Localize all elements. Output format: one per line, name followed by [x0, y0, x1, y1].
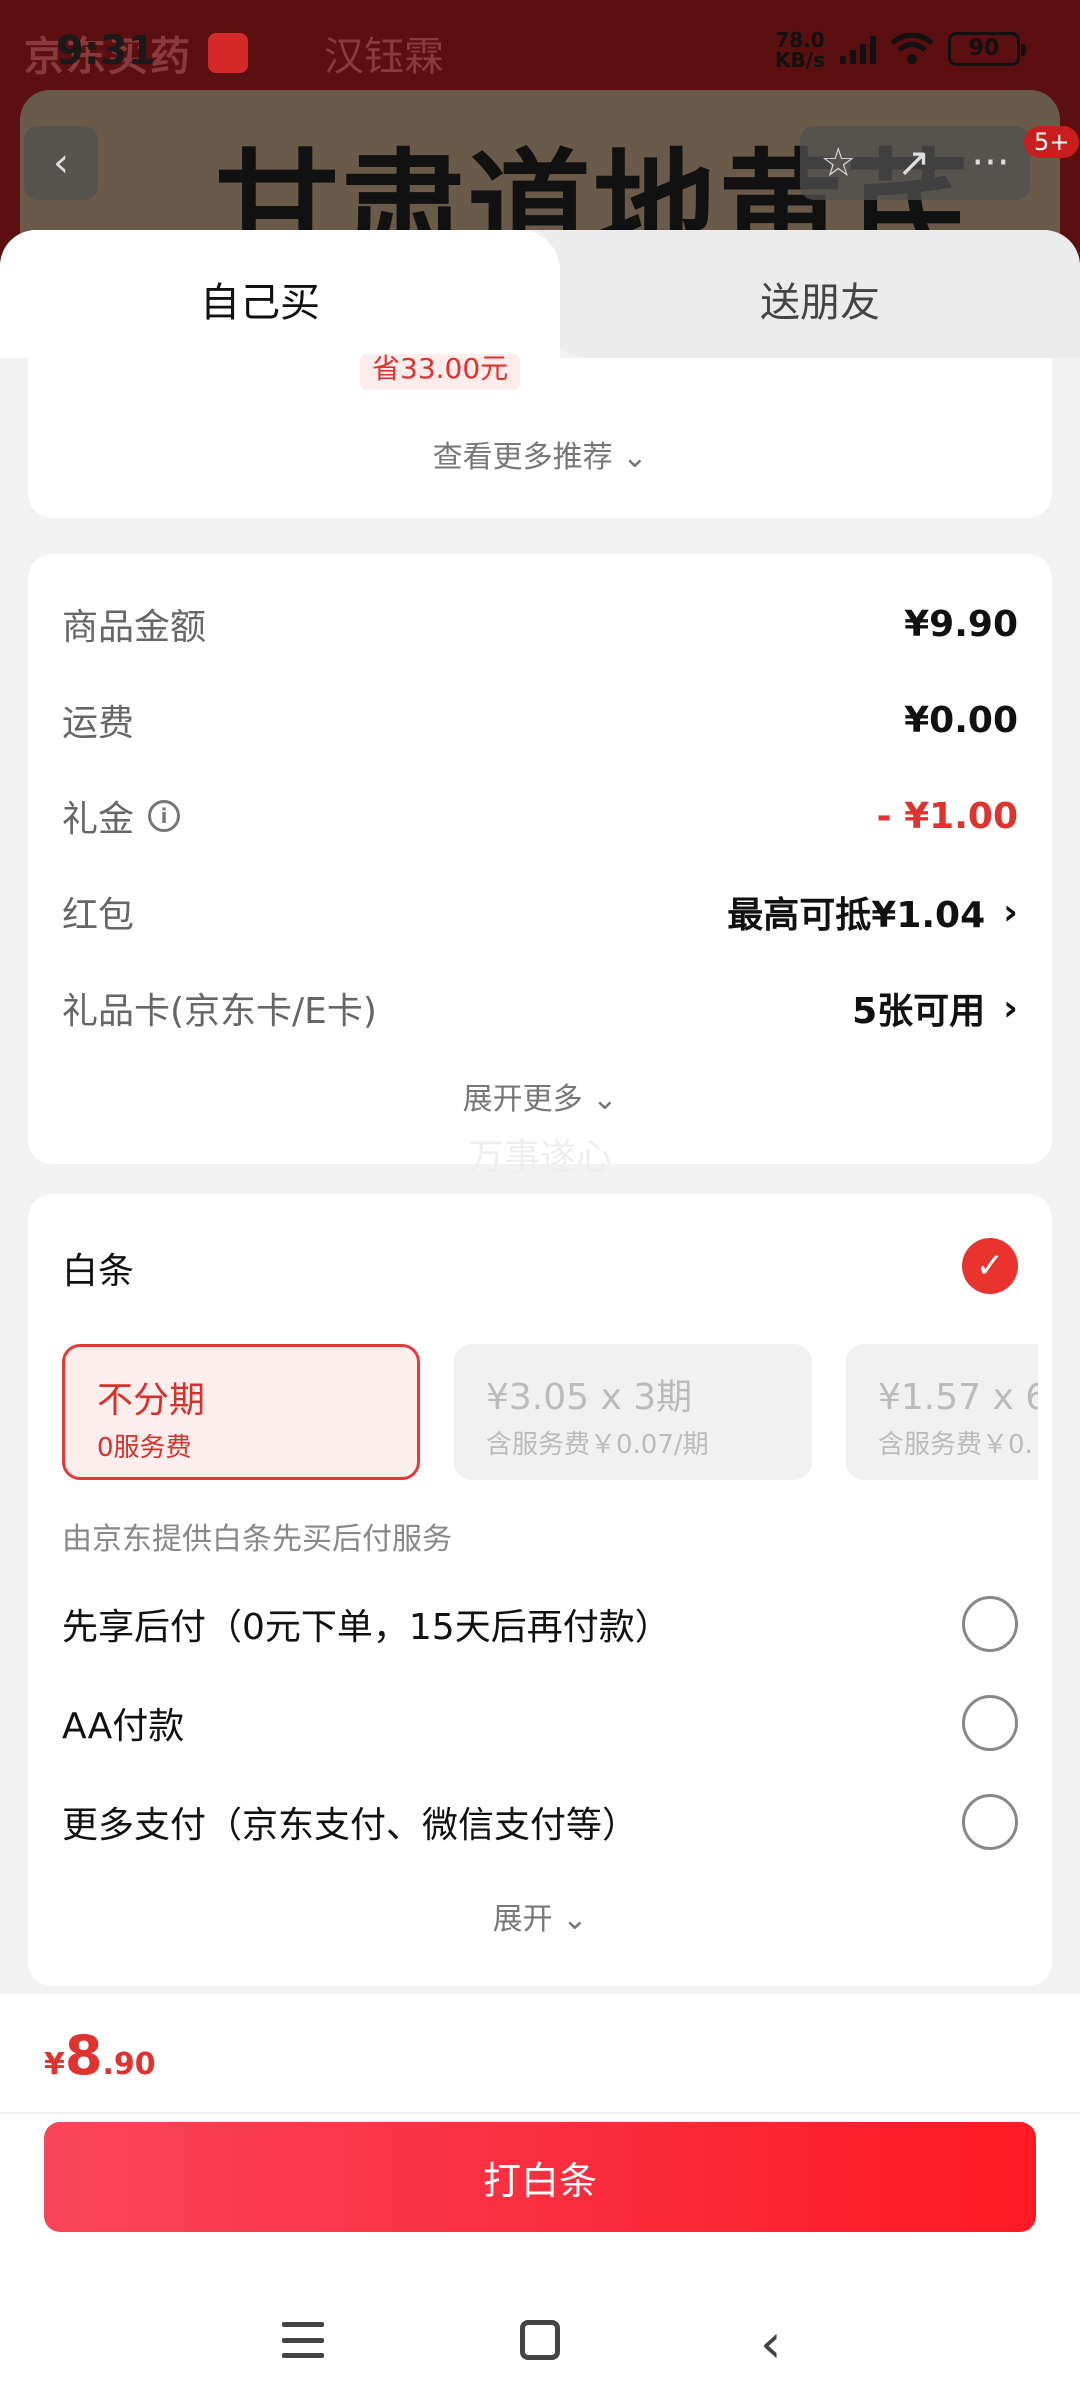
check-icon[interactable]: ✓ [962, 1238, 1018, 1294]
network-speed-unit: KB/s [775, 48, 825, 72]
row-label: 运费 [62, 703, 135, 744]
option-pay-later[interactable]: 先享后付（0元下单，15天后再付款） [62, 1592, 1018, 1656]
row-red-packet[interactable]: 红包 最高可抵¥1.04 › [62, 882, 1018, 942]
plan-main: 不分期 [97, 1380, 206, 1421]
row-goods-amount: 商品金额 ¥9.90 [62, 594, 1018, 654]
plan-main: ¥1.57 x 6期 [878, 1377, 1038, 1418]
chevron-down-icon: ⌄ [622, 440, 648, 475]
network-speed: 78.0 KB/s [770, 30, 830, 70]
row-shipping: 运费 ¥0.00 [62, 690, 1018, 750]
chevron-down-icon: ⌄ [592, 1082, 618, 1117]
tab-gift-friend-label: 送朋友 [760, 280, 880, 326]
buy-mode-tabs: 送朋友 自己买 [0, 230, 1080, 358]
plan-6-installments[interactable]: ¥1.57 x 6期 含服务费￥0. [846, 1344, 1038, 1480]
status-icons: 90 [840, 32, 1026, 66]
expand-more-label: 展开更多 [462, 1082, 583, 1117]
plan-sub: 0服务费 [97, 1433, 192, 1463]
row-value: ¥9.90 [904, 603, 1018, 645]
status-time: 9:31 [56, 28, 156, 74]
row-gift-cash: 礼金 i - ¥1.00 [62, 786, 1018, 846]
chevron-down-icon: ⌄ [562, 1902, 588, 1937]
row-value: 5张可用 [852, 991, 986, 1032]
plan-no-installment[interactable]: 不分期 0服务费 [62, 1344, 420, 1480]
menu-icon[interactable] [282, 2322, 324, 2358]
recommend-card: 省33.00元 查看更多推荐 ⌄ [28, 354, 1052, 518]
brand-hanyulin: 汉钰霖 [324, 34, 444, 80]
row-label: 红包 [62, 895, 135, 936]
pay-with-baitiao-button[interactable]: 打白条 [44, 2122, 1036, 2232]
more-recommend-link[interactable]: 查看更多推荐 ⌄ [28, 432, 1052, 476]
option-aa-pay[interactable]: AA付款 [62, 1691, 1018, 1755]
radio-button[interactable] [962, 1794, 1018, 1850]
expand-payment-link[interactable]: 展开 ⌄ [28, 1894, 1052, 1938]
battery-icon: 90 [948, 32, 1026, 66]
total-decimal: .90 [102, 2047, 156, 2082]
more-icon[interactable]: ··· [971, 140, 1009, 186]
row-label-group: 礼金 i [62, 790, 181, 842]
installment-plans: 不分期 0服务费 ¥3.05 x 3期 含服务费￥0.07/期 ¥1.57 x … [62, 1344, 1038, 1484]
checkout-footer: ¥ 8 .90 打白条 ‹ [0, 1994, 1080, 2400]
signal-icon [840, 34, 876, 64]
checkout-sheet: 送朋友 自己买 省33.00元 查看更多推荐 ⌄ 商品金额 ¥9.90 运费 ¥… [0, 230, 1080, 2400]
more-recommend-label: 查看更多推荐 [432, 440, 613, 475]
message-badge: 5+ [1024, 126, 1080, 158]
row-label: 商品金额 [62, 607, 207, 648]
system-nav-bar: ‹ [0, 2292, 1080, 2400]
back-button[interactable]: ‹ [24, 126, 98, 200]
info-icon[interactable]: i [148, 800, 181, 832]
plan-sub: 含服务费￥0.07/期 [486, 1430, 709, 1460]
row-value: ¥0.00 [904, 699, 1018, 741]
expand-payment-label: 展开 [492, 1902, 553, 1937]
back-icon[interactable]: ‹ [760, 2312, 782, 2375]
tab-buy-self-label: 自己买 [200, 280, 320, 326]
payment-card: 白条 ✓ 不分期 0服务费 ¥3.05 x 3期 含服务费￥0.07/期 ¥1.… [28, 1194, 1052, 1986]
chevron-left-icon: ‹ [53, 140, 69, 186]
expand-more-link[interactable]: 展开更多 ⌄ [28, 1074, 1052, 1118]
option-label: 先享后付（0元下单，15天后再付款） [62, 1607, 671, 1648]
row-value-group: 最高可抵¥1.04 › [727, 886, 1018, 938]
baitiao-title: 白条 [62, 1251, 135, 1292]
row-label: 礼品卡(京东卡/E卡) [62, 991, 377, 1032]
home-icon[interactable] [520, 2320, 560, 2360]
app-logo-icon [208, 33, 248, 73]
tab-buy-self[interactable]: 自己买 [0, 230, 560, 358]
row-gift-card[interactable]: 礼品卡(京东卡/E卡) 5张可用 › [62, 978, 1018, 1038]
row-value: 最高可抵¥1.04 [727, 895, 986, 936]
radio-button[interactable] [962, 1695, 1018, 1751]
total-integer: 8 [64, 2024, 103, 2087]
total-price: ¥ 8 .90 [44, 2024, 156, 2087]
watermark: 万事遂心 [467, 1137, 612, 1178]
plan-sub: 含服务费￥0. [878, 1430, 1033, 1460]
row-label: 礼金 [62, 799, 135, 840]
option-label: AA付款 [62, 1706, 185, 1747]
star-icon[interactable]: ☆ [820, 140, 856, 186]
row-value: - ¥1.00 [876, 795, 1018, 837]
tab-gift-friend[interactable]: 送朋友 [540, 230, 1080, 358]
save-badge: 省33.00元 [360, 354, 521, 390]
wifi-icon [890, 33, 934, 64]
divider [0, 2112, 1080, 2114]
plan-3-installments[interactable]: ¥3.05 x 3期 含服务费￥0.07/期 [454, 1344, 812, 1480]
price-detail-card: 商品金额 ¥9.90 运费 ¥0.00 礼金 i - ¥1.00 红包 最高可抵… [28, 554, 1052, 1178]
status-bar: 京东买药 汉钰霖 9:31 78.0 KB/s 90 [0, 0, 1080, 100]
option-more-pay[interactable]: 更多支付（京东支付、微信支付等） [62, 1790, 1018, 1854]
chevron-right-icon: › [1003, 891, 1018, 933]
background-product-page: 京东买药 汉钰霖 9:31 78.0 KB/s 90 甘肃道地黄芪 ‹ ☆ ↗ [0, 0, 1080, 260]
currency-symbol: ¥ [44, 2047, 65, 2082]
share-icon[interactable]: ↗ [897, 140, 931, 186]
row-value-group: 5张可用 › [852, 982, 1018, 1034]
plan-main: ¥3.05 x 3期 [486, 1377, 693, 1418]
top-actions: ☆ ↗ ··· [800, 126, 1030, 200]
option-label: 更多支付（京东支付、微信支付等） [62, 1805, 639, 1846]
network-speed-value: 78.0 [775, 28, 825, 52]
radio-button[interactable] [962, 1596, 1018, 1652]
chevron-right-icon: › [1003, 987, 1018, 1029]
baitiao-note: 由京东提供白条先买后付服务 [62, 1522, 452, 1557]
